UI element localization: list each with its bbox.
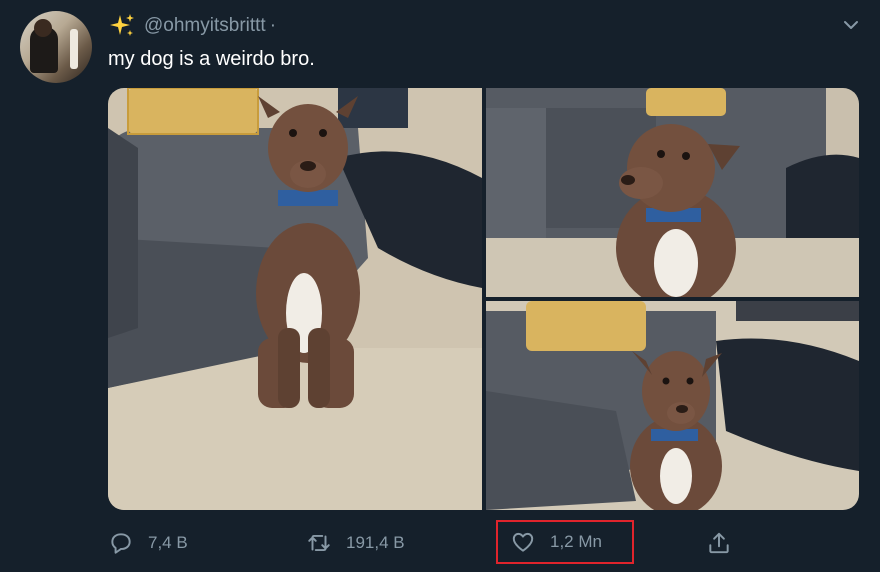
avatar-background — [70, 29, 78, 69]
user-handle[interactable]: @ohmyitsbrittt — [144, 15, 266, 37]
chevron-down-icon[interactable] — [842, 16, 860, 34]
sparkle-icon — [110, 14, 134, 36]
retweet-count: 191,4 B — [346, 533, 405, 552]
share-icon — [709, 532, 729, 554]
tweet-actions: 7,4 B 191,4 B 1,2 Mn — [108, 520, 748, 564]
avatar-head — [34, 19, 52, 37]
like-button[interactable]: 1,2 Mn — [496, 520, 634, 564]
avatar[interactable] — [20, 11, 92, 83]
like-count: 1,2 Mn — [550, 532, 602, 551]
dog-photo-2 — [486, 88, 859, 297]
dog-photo-3 — [486, 301, 859, 510]
tweet-media-grid — [108, 88, 859, 510]
tweet-text: my dog is a weirdo bro. — [108, 48, 315, 70]
reply-button[interactable]: 7,4 B — [108, 525, 188, 561]
dog-photo-1 — [108, 88, 482, 510]
header-separator: · — [269, 15, 277, 36]
tweet-header: @ohmyitsbrittt · — [108, 12, 276, 40]
reply-icon — [111, 533, 131, 554]
media-photo-2[interactable] — [486, 88, 859, 297]
retweet-icon — [308, 534, 330, 552]
retweet-button[interactable]: 191,4 B — [306, 525, 405, 561]
share-button[interactable] — [706, 525, 746, 561]
media-photo-3[interactable] — [486, 301, 859, 510]
heart-icon — [512, 532, 534, 552]
media-photo-1[interactable] — [108, 88, 482, 510]
reply-count: 7,4 B — [148, 533, 188, 552]
